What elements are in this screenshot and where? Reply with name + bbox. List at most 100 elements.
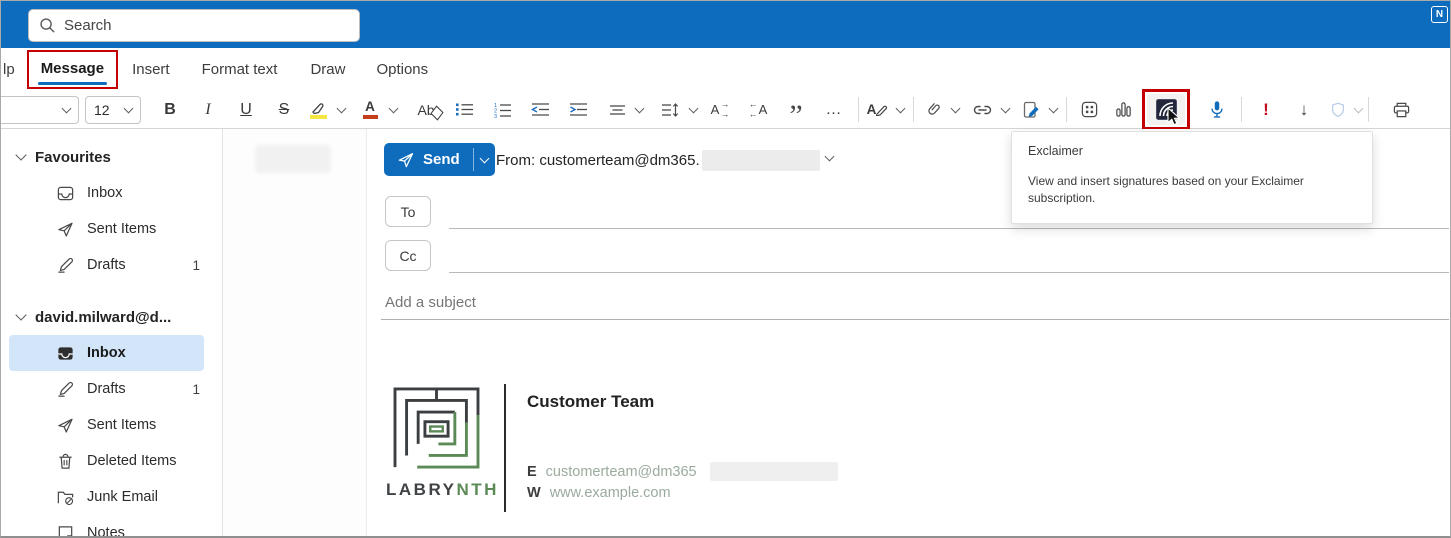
sidebar-item-deleted-items[interactable]: Deleted Items [1,443,222,479]
signature-button[interactable] [1017,95,1045,125]
font-color-dropdown[interactable] [385,95,401,125]
tab-format-text[interactable]: Format text [202,61,278,78]
text-align-dropdown[interactable] [631,95,647,125]
sidebar-item-inbox[interactable]: Inbox [1,175,222,211]
signature-website-link[interactable]: www.example.com [550,485,671,501]
sidebar-item-drafts[interactable]: Drafts 1 [1,371,222,407]
notes-feed-icon[interactable]: N [1431,6,1448,23]
send-button[interactable]: Send [384,143,495,176]
subject-input[interactable]: Add a subject [385,294,476,311]
strikethrough-button[interactable]: S [265,95,303,125]
styles-button[interactable]: A [864,95,892,125]
signature-email-link[interactable]: customerteam@dm365 [546,464,697,480]
message-list-pane[interactable] [223,129,367,536]
logo-wordmark: LABRYNTH [386,480,499,499]
highlighter-icon [309,101,327,119]
line-spacing-button[interactable] [655,95,685,125]
clear-formatting-button[interactable]: Ab [407,95,445,125]
tooltip-body: View and insert signatures based on your… [1028,174,1304,206]
chevron-down-icon [61,103,72,113]
tab-insert[interactable]: Insert [132,61,170,78]
send-icon [398,152,414,167]
quote-button[interactable]: ” [777,95,815,130]
tooltip-title: Exclaimer [1028,144,1083,158]
align-icon [609,104,625,115]
poll-chart-button[interactable] [1106,95,1140,125]
notes-icon [58,525,73,536]
font-color-icon: A [362,100,378,119]
inbox-icon [57,186,74,200]
to-button[interactable]: To [385,196,431,227]
sensitivity-dropdown[interactable] [1353,95,1363,125]
highlight-color-dropdown[interactable] [333,95,349,125]
styles-dropdown[interactable] [892,95,908,125]
more-formatting-button[interactable]: … [815,95,853,125]
left-to-right-button[interactable]: A → → [701,95,739,125]
annotation-exclaimer-button [1142,89,1190,130]
ribbon-tab-bar: lp Message Insert Format text Draw Optio… [1,48,1450,91]
search-input[interactable]: Search [28,9,360,42]
font-size-dropdown[interactable]: 12 [85,95,141,124]
tab-options[interactable]: Options [376,61,428,78]
increase-indent-icon [569,103,587,116]
bullet-list-button[interactable] [445,95,483,125]
numbered-list-button[interactable]: 123 [483,95,521,125]
font-color-button[interactable]: A [355,95,385,125]
sensitivity-button[interactable] [1323,95,1353,125]
apps-grid-icon [1081,101,1097,118]
print-button[interactable] [1382,95,1420,125]
text-align-button[interactable] [603,95,631,125]
sent-icon [58,418,73,433]
chevron-down-icon [123,103,134,113]
dictate-button[interactable] [1198,95,1236,125]
apps-button[interactable] [1072,95,1106,125]
cc-input[interactable] [449,272,1449,273]
sidebar-item-junk-email[interactable]: Junk Email [1,479,222,515]
font-name-dropdown[interactable] [1,95,79,124]
sent-icon [58,222,73,237]
insert-link-button[interactable] [967,95,997,125]
low-importance-button[interactable]: ↓ [1285,95,1323,125]
sidebar-item-inbox-selected[interactable]: Inbox [9,335,204,371]
sidebar-item-notes[interactable]: Notes [1,515,222,536]
sidebar-item-sent-items[interactable]: Sent Items [1,211,222,247]
chevron-down-icon [15,309,27,321]
to-input[interactable] [449,228,1449,229]
line-spacing-dropdown[interactable] [685,95,701,125]
ltr-icon: A → → [710,98,730,119]
underline-button[interactable]: U [227,95,265,125]
attach-file-button[interactable] [919,95,947,125]
drafts-count-badge: 1 [192,381,200,397]
favourites-header[interactable]: Favourites [1,139,222,175]
sidebar-item-sent-items[interactable]: Sent Items [1,407,222,443]
bold-button[interactable]: B [151,95,189,125]
sidebar-item-drafts[interactable]: Drafts 1 [1,247,222,283]
attach-file-dropdown[interactable] [947,95,963,125]
cc-button[interactable]: Cc [385,240,431,271]
high-importance-button[interactable]: ! [1247,95,1285,125]
insert-link-dropdown[interactable] [997,95,1013,125]
increase-indent-button[interactable] [559,95,597,125]
highlight-color-button[interactable] [303,95,333,125]
toolbar-divider [858,97,859,122]
right-to-left-button[interactable]: ← ← A [739,95,777,125]
account-header[interactable]: david.milward@d... [1,299,222,335]
from-field[interactable]: From: customerteam@dm365. [496,150,820,171]
decrease-indent-icon [530,103,549,116]
tab-draw[interactable]: Draw [310,61,345,78]
signature-dropdown[interactable] [1045,95,1061,125]
tab-message[interactable]: Message [37,60,108,85]
italic-button[interactable]: I [189,95,227,125]
labrynth-logo: LABRYNTH [386,386,499,500]
formatting-toolbar: 12 B I U S A Ab 123 A → → ← ← A ” … A ! … [1,89,1450,130]
styles-icon: A [867,103,890,117]
low-importance-icon: ↓ [1299,99,1309,119]
send-options-dropdown[interactable] [474,143,495,176]
link-icon [973,105,991,114]
drafts-icon [58,257,73,273]
signature-name: Customer Team [527,392,655,411]
decrease-indent-button[interactable] [521,95,559,125]
from-dropdown[interactable] [824,151,835,162]
tab-help-partial[interactable]: lp [3,61,15,78]
signature-email-row: E customerteam@dm365 [527,462,838,481]
